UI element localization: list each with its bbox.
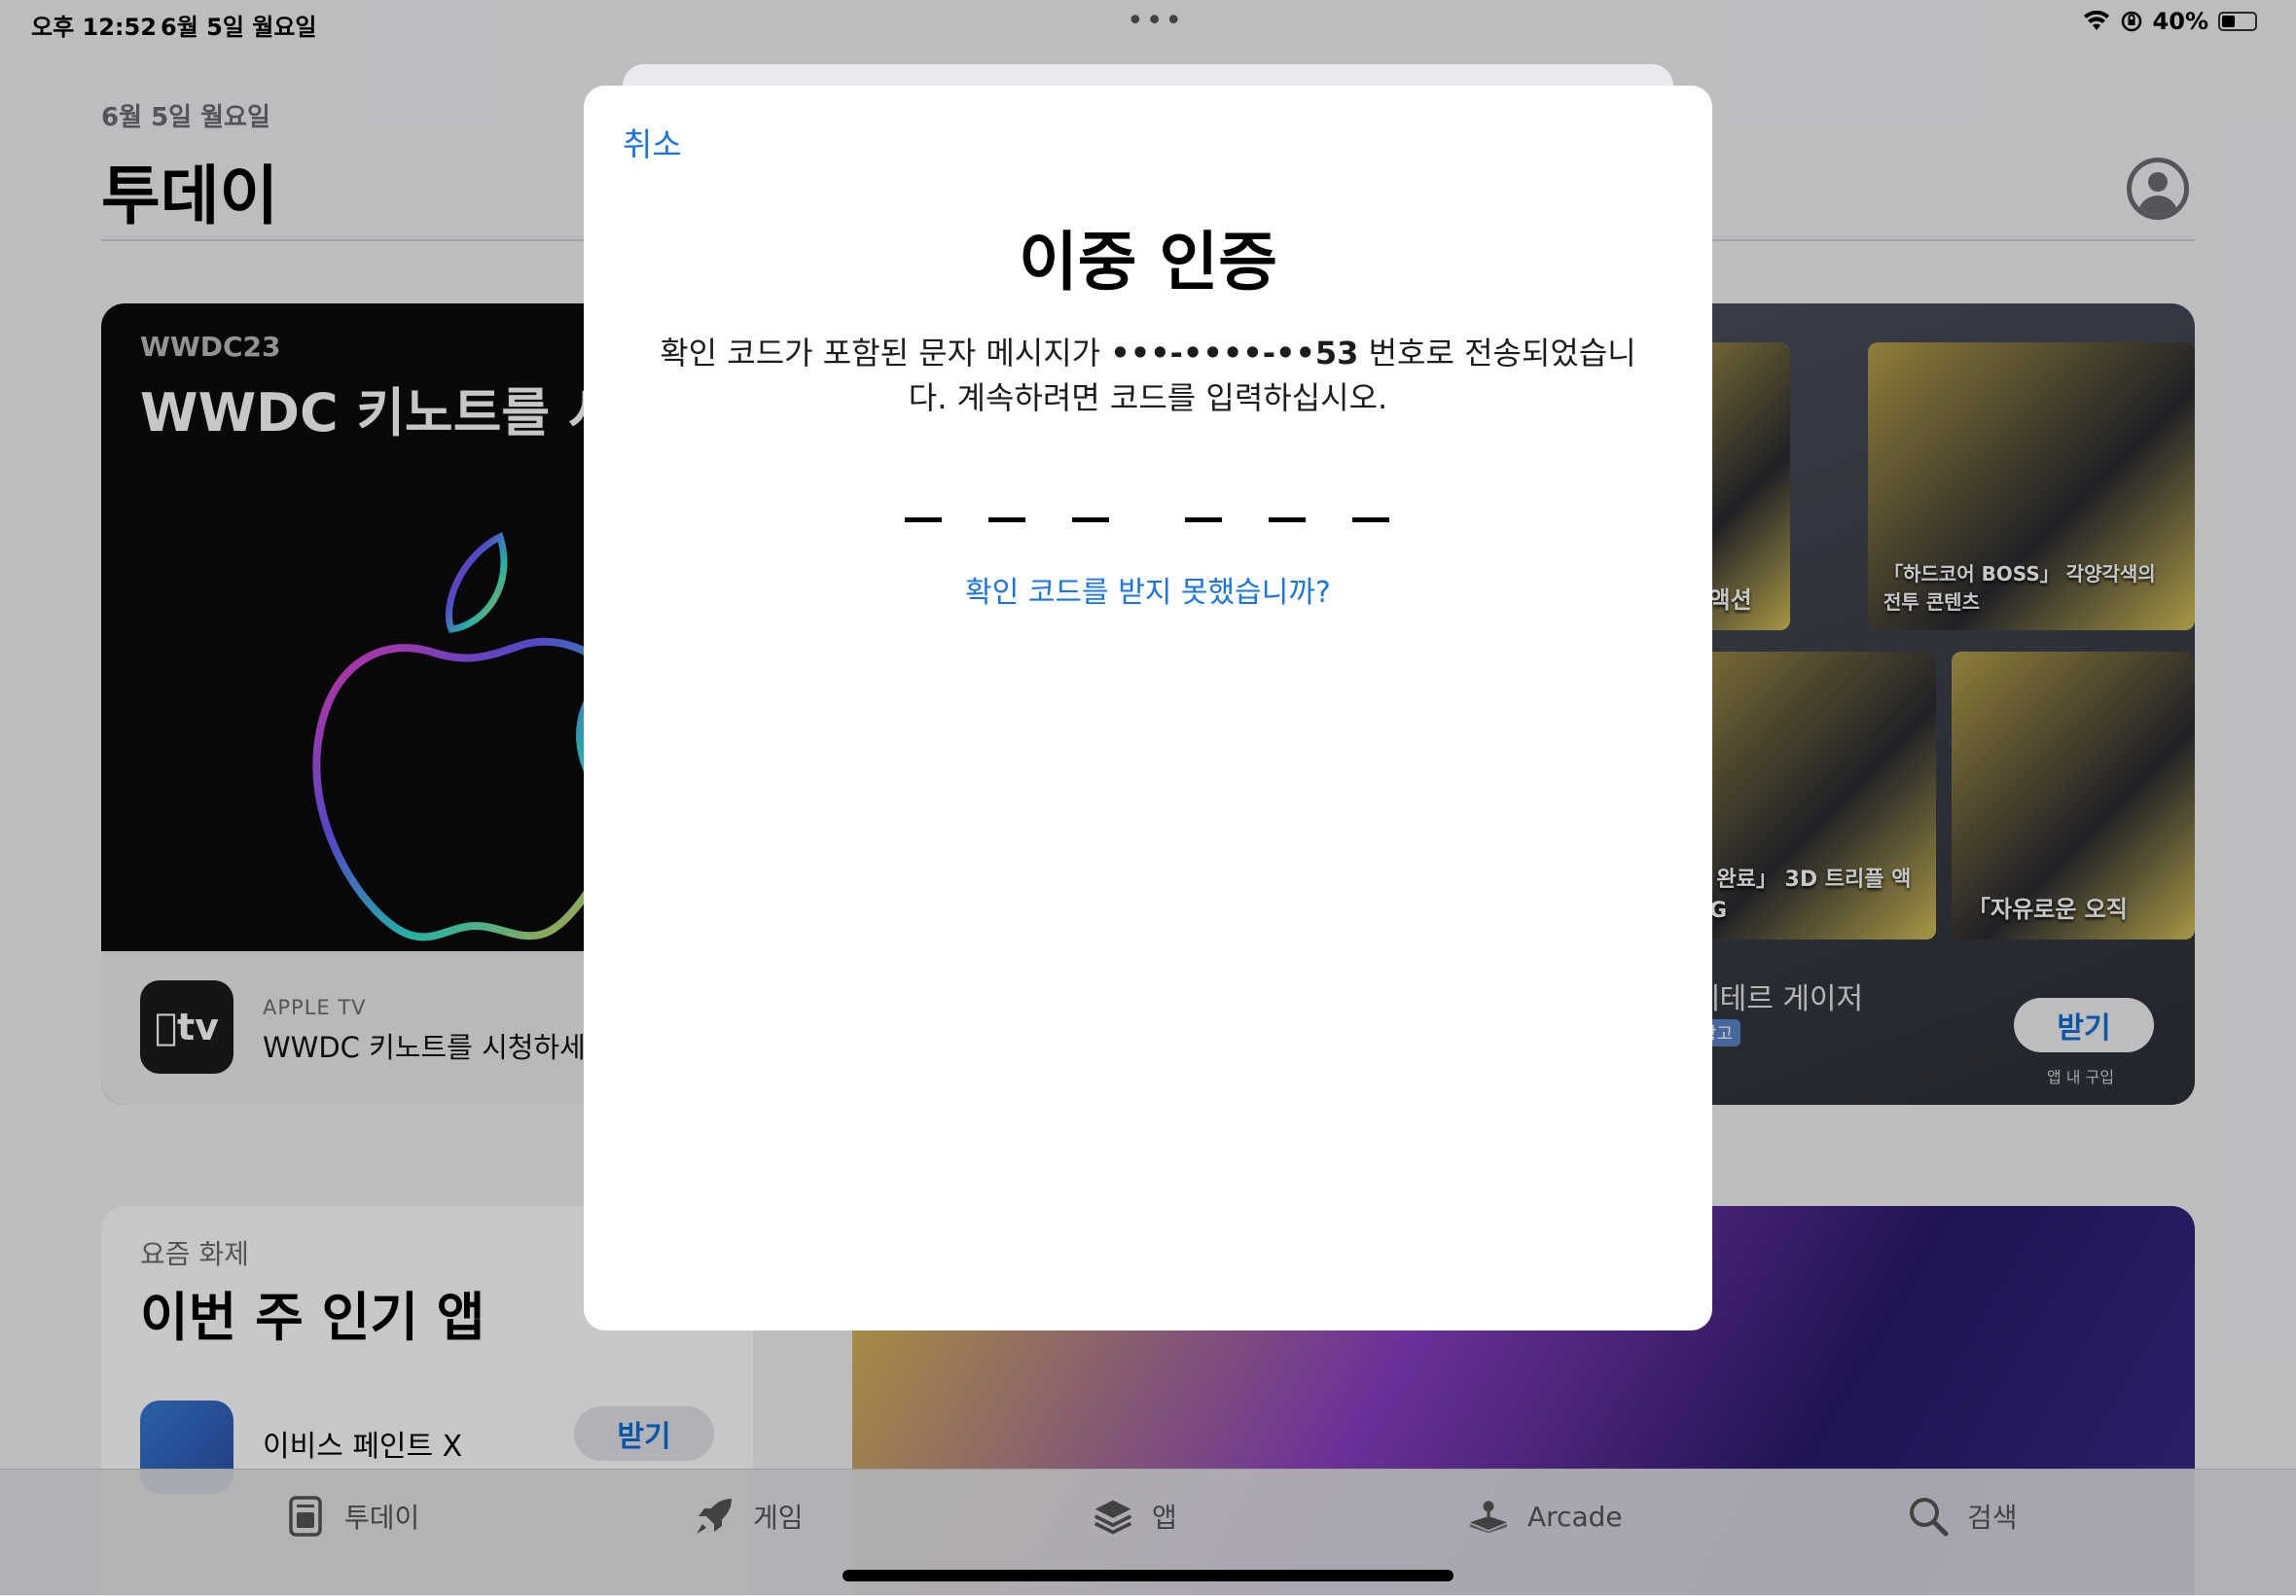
code-digit-slot[interactable] [1352,517,1389,522]
code-group-2[interactable] [1185,479,1389,522]
code-digit-slot[interactable] [988,517,1025,522]
two-factor-dialog: 취소 이중 인증 확인 코드가 포함된 문자 메시지가 •••-••••-••5… [584,86,1712,1330]
code-digit-slot[interactable] [1269,517,1306,522]
cancel-button[interactable]: 취소 [623,119,682,165]
code-digit-slot[interactable] [905,517,942,522]
code-group-1[interactable] [905,479,1109,522]
masked-phone-number: •••-••••-••53 [1110,335,1359,372]
code-digit-slot[interactable] [1072,517,1109,522]
dialog-message: 확인 코드가 포함된 문자 메시지가 •••-••••-••53 번호로 전송되… [642,331,1654,420]
home-indicator[interactable] [843,1570,1453,1581]
dialog-title: 이중 인증 [1019,225,1277,300]
resend-code-link[interactable]: 확인 코드를 받지 못했습니까? [584,568,1712,611]
message-prefix: 확인 코드가 포함된 문자 메시지가 [660,335,1111,372]
code-digit-slot[interactable] [1185,517,1222,522]
